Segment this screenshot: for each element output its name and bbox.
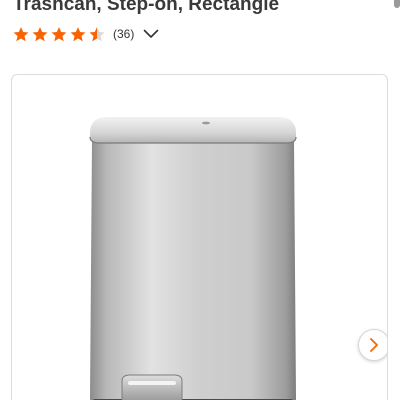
star-icon: [70, 26, 86, 41]
rating-summary[interactable]: (36): [12, 24, 212, 44]
product-title: Trashcan, Step-on, Rectangle: [13, 0, 280, 15]
star-icon: [51, 26, 67, 41]
chevron-down-icon[interactable]: [143, 29, 159, 39]
next-image-button[interactable]: [358, 329, 387, 361]
half-star-icon: [89, 26, 105, 41]
star-rating: [12, 26, 107, 43]
product-image: [89, 117, 297, 400]
review-count[interactable]: (36): [113, 27, 134, 41]
star-icon: [32, 26, 48, 41]
product-image-gallery[interactable]: [11, 74, 388, 400]
star-icon: [13, 26, 29, 41]
chevron-right-icon: [370, 338, 378, 352]
menu-icon[interactable]: [394, 0, 400, 8]
